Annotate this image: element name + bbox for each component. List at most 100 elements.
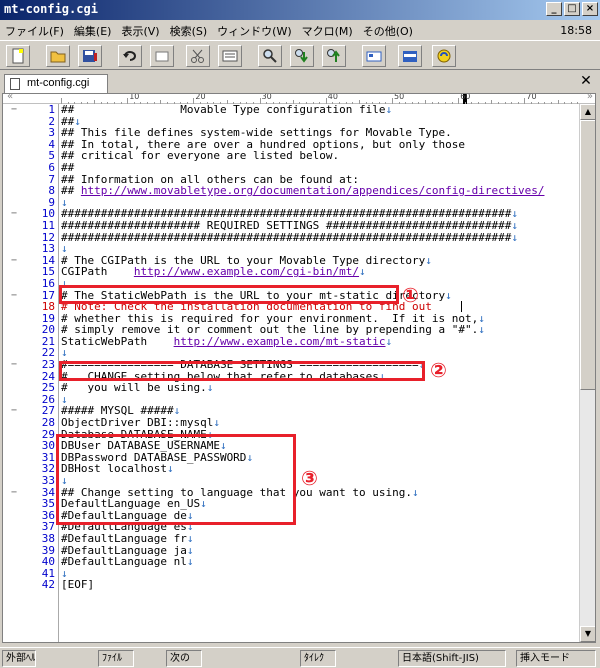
line-number: 16 — [41, 276, 55, 290]
status-item-file[interactable]: ﾌｧｲﾙ — [98, 650, 134, 667]
copy-icon — [222, 50, 238, 62]
line-number: 38 — [41, 531, 55, 545]
line-number: 6 — [48, 160, 55, 174]
code-line[interactable]: 21 StaticWebPath http://www.example.com/m… — [3, 336, 581, 348]
ruler-mark: 40 — [327, 93, 338, 101]
highlight-box-3 — [56, 434, 296, 525]
toolbar — [0, 40, 600, 70]
code-line[interactable]: 8 ## http://www.movabletype.org/documenta… — [3, 185, 581, 197]
newline-arrow-icon: ↓ — [206, 381, 214, 395]
cut-button[interactable] — [186, 45, 210, 67]
ruler-left-chevron-icon: « — [7, 93, 14, 102]
line-text: # you will be using.↓ — [61, 381, 214, 395]
ruler-mark: 50 — [394, 93, 405, 101]
line-text: ########################################… — [61, 230, 518, 244]
code-line[interactable]: 15 CGIPath http://www.example.com/cgi-bin… — [3, 266, 581, 278]
menu-window[interactable]: ウィンドウ(W) — [212, 20, 296, 39]
new-file-button[interactable] — [6, 45, 30, 67]
new-file-icon — [12, 48, 24, 64]
search-prev-button[interactable] — [322, 45, 346, 67]
line-text: #DefaultLanguage nl↓ — [61, 555, 194, 569]
text-cursor — [461, 301, 462, 313]
scroll-down-arrow-icon[interactable]: ▼ — [580, 626, 595, 642]
line-number: 11 — [41, 218, 55, 232]
line-number: 13 — [41, 242, 55, 256]
scissors-icon — [191, 49, 204, 63]
grep-button[interactable] — [398, 45, 422, 67]
line-text: ## critical for everyone are listed belo… — [61, 149, 340, 163]
menu-bar: ファイル(F) 編集(E) 表示(V) 検索(S) ウィンドウ(W) マクロ(M) その他(… — [0, 20, 600, 40]
tab-mt-config[interactable]: mt-config.cgi — [4, 74, 108, 93]
status-bar: 外部ﾍﾙ ﾌｧｲﾙ 次の ﾀｲﾚｸ 日本語(Shift-JIS) 挿入モード — [0, 647, 600, 668]
grep-icon — [403, 51, 417, 62]
menu-macro[interactable]: マクロ(M) — [297, 20, 358, 39]
url-link[interactable]: http://www.example.com/mt-static — [174, 335, 386, 348]
status-item-external[interactable]: 外部ﾍﾙ — [2, 650, 36, 667]
open-file-button[interactable] — [46, 45, 70, 67]
status-encoding: 日本語(Shift-JIS) — [398, 650, 506, 667]
redo-button[interactable] — [150, 45, 174, 67]
scroll-up-arrow-icon[interactable]: ▲ — [580, 104, 595, 120]
ruler-right-chevron-icon: » — [586, 93, 593, 102]
undo-button[interactable] — [118, 45, 142, 67]
newline-arrow-icon: ↓ — [511, 230, 518, 244]
newline-arrow-icon: ↓ — [359, 265, 366, 279]
title-bar: mt-config.cgi _ □ × — [0, 0, 600, 20]
tab-label: mt-config.cgi — [27, 77, 90, 89]
code-line[interactable]: 42 [EOF] — [3, 579, 581, 591]
status-item-next[interactable]: 次の — [166, 650, 202, 667]
search-button[interactable] — [258, 45, 282, 67]
code-line[interactable]: 12 ######################################… — [3, 230, 581, 244]
callout-3: ③ — [301, 466, 318, 490]
tab-bar: mt-config.cgi ✕ — [0, 71, 600, 93]
line-number: 40 — [41, 555, 55, 569]
close-tab-button[interactable]: ✕ — [578, 73, 594, 89]
line-number: 1 — [48, 103, 55, 116]
window-title: mt-config.cgi — [4, 2, 98, 16]
status-insert-mode: 挿入モード — [516, 650, 596, 667]
ruler-mark: 60 — [460, 93, 471, 101]
replace-button[interactable] — [362, 45, 386, 67]
url-link[interactable]: http://www.example.com/cgi-bin/mt/ — [134, 265, 359, 278]
help-icon — [437, 49, 451, 63]
maximize-button[interactable]: □ — [564, 2, 580, 16]
line-text: ## Movable Type configuration file↓ — [61, 103, 393, 116]
menu-edit[interactable]: 編集(E) — [69, 20, 117, 39]
line-number: 33 — [41, 474, 55, 487]
search-next-button[interactable] — [290, 45, 314, 67]
scroll-thumb[interactable] — [580, 120, 595, 390]
line-number: 42 — [41, 578, 55, 592]
save-file-button[interactable] — [78, 45, 102, 67]
menu-search[interactable]: 検索(S) — [165, 20, 213, 39]
search-up-icon — [327, 49, 340, 62]
highlight-box-1 — [59, 285, 399, 304]
vertical-scrollbar[interactable]: ▲ ▼ — [579, 104, 595, 642]
code-line[interactable]: −1 ## Movable Type configuration file↓ — [3, 104, 581, 116]
close-window-button[interactable]: × — [582, 2, 598, 16]
menu-file[interactable]: ファイル(F) — [0, 20, 69, 39]
redo-icon — [155, 51, 169, 62]
document-icon — [10, 78, 20, 90]
menu-view[interactable]: 表示(V) — [116, 20, 164, 39]
newline-arrow-icon: ↓ — [412, 485, 419, 499]
folder-icon — [50, 51, 66, 63]
newline-arrow-icon: ↓ — [186, 555, 194, 569]
url-link[interactable]: http://www.movabletype.org/documentation… — [81, 184, 545, 197]
code-line[interactable]: 25 # you will be using.↓ — [3, 382, 581, 394]
status-item-direct[interactable]: ﾀｲﾚｸ — [300, 650, 336, 667]
code-line[interactable]: 5 ## critical for everyone are listed bel… — [3, 150, 581, 162]
save-icon — [83, 50, 97, 62]
line-number: 23 — [41, 358, 55, 372]
menu-other[interactable]: その他(O) — [358, 20, 418, 39]
line-number: 18 — [41, 300, 55, 314]
code-line[interactable]: 40 #DefaultLanguage nl↓ — [3, 556, 581, 568]
copy-button[interactable] — [218, 45, 242, 67]
help-button[interactable] — [432, 45, 456, 67]
ruler-mark: 20 — [195, 93, 206, 101]
search-down-icon — [295, 49, 308, 63]
callout-2: ② — [430, 358, 447, 382]
editor[interactable]: « » 10 20 30 40 50 60 70 −1 ## Movable Type con… — [2, 93, 596, 643]
newline-arrow-icon: ↓ — [385, 334, 393, 348]
minimize-button[interactable]: _ — [546, 2, 562, 16]
ruler-mark: 70 — [526, 93, 537, 101]
